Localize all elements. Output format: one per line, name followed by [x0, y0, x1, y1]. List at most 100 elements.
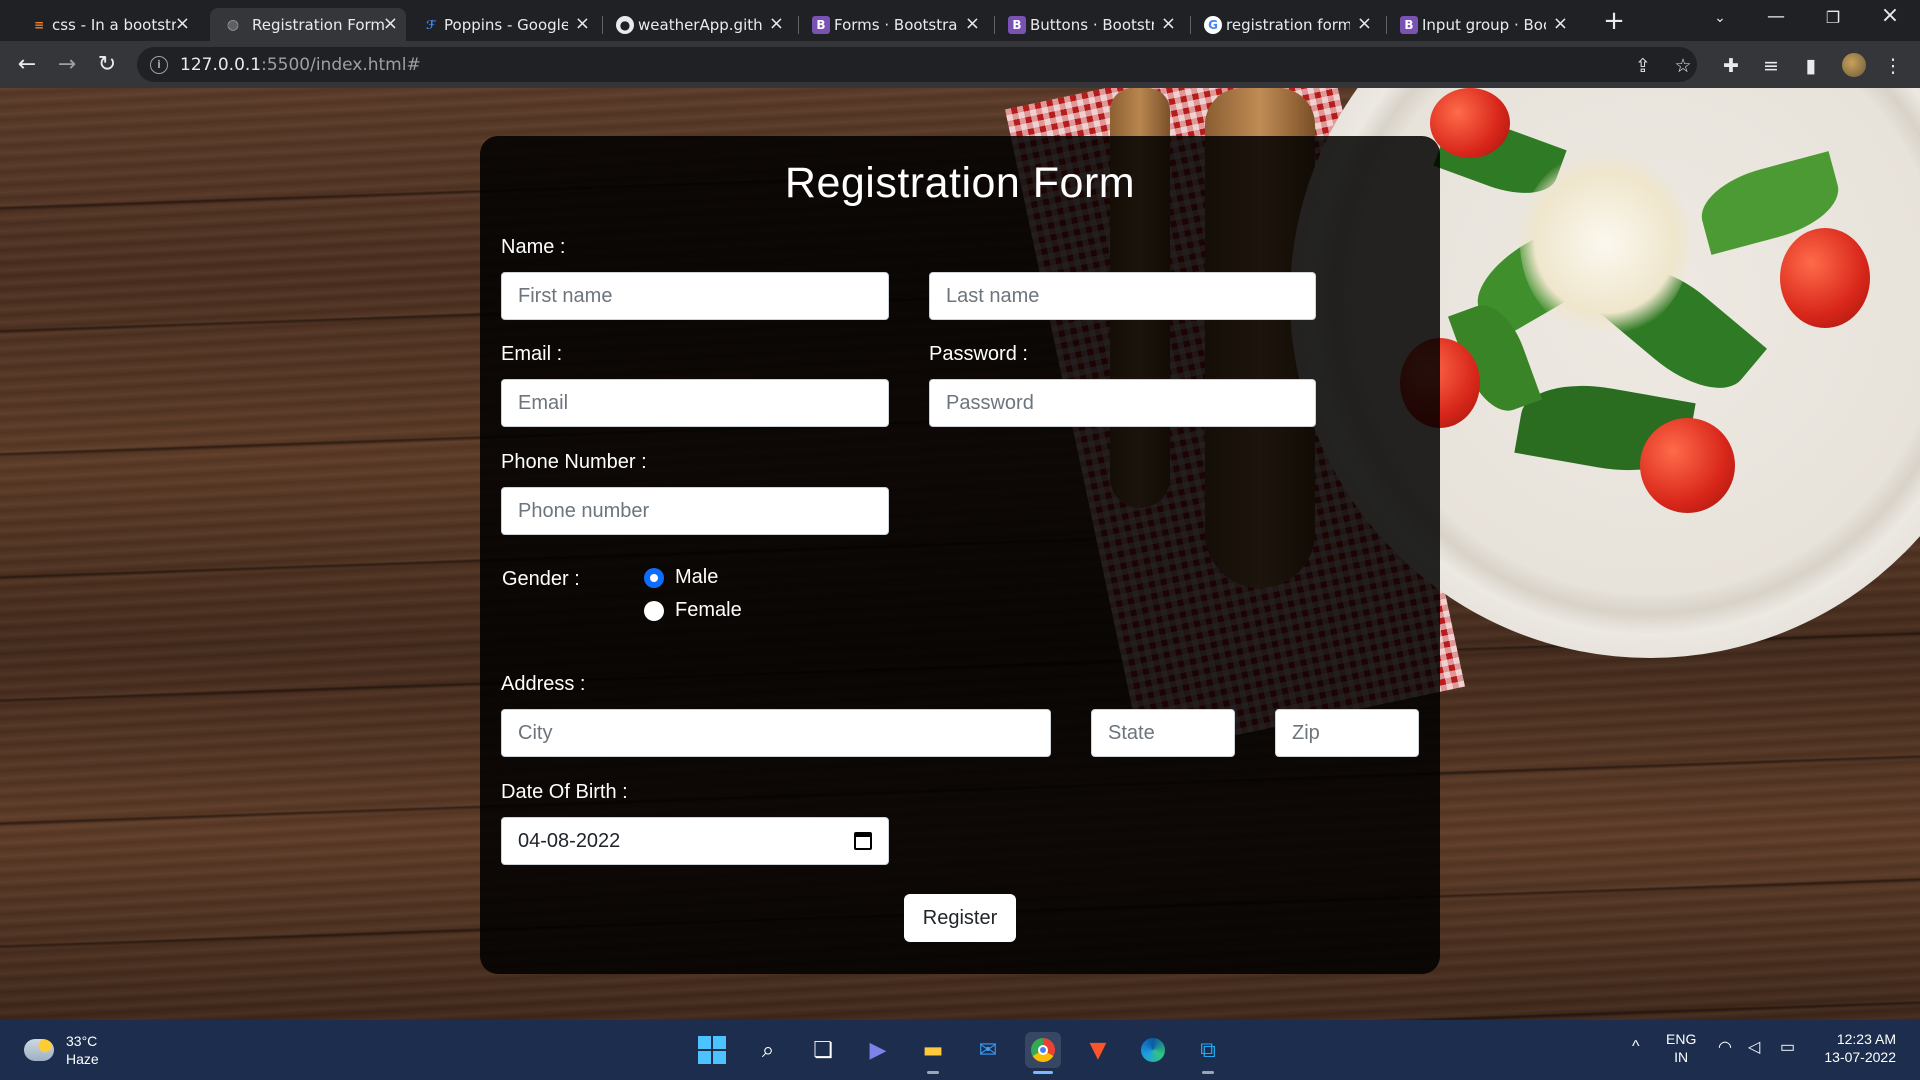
menu-kebab-icon[interactable]: ⋮	[1880, 53, 1906, 79]
register-button[interactable]: Register	[904, 894, 1016, 942]
language-indicator[interactable]: ENG IN	[1666, 1030, 1696, 1066]
close-icon[interactable]: ×	[575, 13, 590, 34]
wifi-icon[interactable]: ◠	[1718, 1039, 1732, 1057]
tab-title: Forms · Bootstrap	[834, 15, 958, 34]
dob-label: Date Of Birth :	[501, 781, 628, 803]
start-windows-icon[interactable]	[694, 1032, 730, 1068]
password-input[interactable]: Password	[929, 379, 1316, 427]
weather-widget[interactable]: 33°C Haze	[24, 1032, 99, 1068]
vscode-icon[interactable]: ⧉	[1190, 1032, 1226, 1074]
close-icon[interactable]: ×	[1161, 13, 1176, 34]
tab-weatherapp[interactable]: ● weatherApp.githu ×	[612, 8, 792, 41]
show-hidden-icons-chevron-icon[interactable]: ^	[1632, 1038, 1640, 1056]
tab-search-chevron-icon[interactable]: ⌄	[1700, 10, 1740, 26]
task-view-icon[interactable]: ❏	[805, 1032, 841, 1068]
dob-input[interactable]: 04-08-2022	[501, 817, 889, 865]
extensions-puzzle-icon[interactable]: ✚	[1718, 53, 1744, 79]
minimize-button[interactable]: —	[1756, 6, 1796, 27]
reading-list-icon[interactable]: ≡	[1758, 53, 1784, 79]
zip-input[interactable]: Zip	[1275, 709, 1419, 757]
weather-temp: 33°C	[66, 1033, 98, 1049]
tab-title: Registration Form	[252, 15, 386, 34]
form-title: Registration Form	[784, 159, 1136, 207]
close-icon[interactable]: ×	[965, 13, 980, 34]
tab-registration-form[interactable]: ◍ Registration Form ×	[210, 8, 406, 41]
first-name-input[interactable]: First name	[501, 272, 889, 320]
globe-icon: ◍	[226, 17, 240, 33]
browser-toolbar: ← → ↻ i 127.0.0.1 :5500/index.html# ⇪ ☆ …	[0, 41, 1920, 88]
phone-label: Phone Number :	[501, 451, 647, 473]
reload-button[interactable]: ↻	[93, 51, 121, 79]
city-input[interactable]: City	[501, 709, 1051, 757]
email-input[interactable]: Email	[501, 379, 889, 427]
url-host: 127.0.0.1	[180, 54, 262, 75]
address-label: Address :	[501, 673, 586, 695]
bootstrap-icon: B	[812, 16, 830, 34]
github-icon: ●	[616, 16, 634, 34]
password-label: Password :	[929, 343, 1028, 365]
address-bar[interactable]: i 127.0.0.1 :5500/index.html#	[137, 47, 1697, 82]
region-code: IN	[1674, 1049, 1689, 1065]
volume-icon[interactable]: ◁	[1748, 1039, 1760, 1057]
file-explorer-icon[interactable]: ▬	[915, 1032, 951, 1074]
battery-icon[interactable]: ▭	[1780, 1039, 1795, 1057]
search-icon[interactable]: ⌕	[750, 1032, 786, 1068]
tab-input-group[interactable]: B Input group · Boo ×	[1396, 8, 1576, 41]
calendar-icon[interactable]	[854, 832, 872, 850]
male-radio[interactable]	[644, 567, 664, 588]
tab-title: registration form	[1226, 15, 1350, 34]
brave-icon[interactable]: ▼	[1080, 1032, 1116, 1068]
tab-registration-search[interactable]: G registration form ×	[1200, 8, 1380, 41]
tab-title: Input group · Boo	[1422, 15, 1546, 34]
clock-date: 13-07-2022	[1824, 1049, 1896, 1065]
tomato	[1640, 418, 1735, 513]
bookmark-star-icon[interactable]: ☆	[1670, 53, 1696, 79]
mozzarella	[1520, 148, 1690, 338]
tab-title: css - In a bootstra	[52, 15, 176, 34]
google-fonts-icon: ℱ	[426, 18, 436, 32]
restore-button[interactable]: ❐	[1813, 8, 1853, 27]
tab-poppins[interactable]: ℱ Poppins - Google ×	[418, 8, 598, 41]
weather-desc: Haze	[66, 1051, 99, 1067]
close-window-button[interactable]: ×	[1870, 3, 1910, 28]
browser-tab-bar: ≡ css - In a bootstra × ◍ Registration F…	[0, 0, 1920, 41]
tab-title: Buttons · Bootstra	[1030, 15, 1154, 34]
share-icon[interactable]: ⇪	[1630, 53, 1656, 79]
close-icon[interactable]: ×	[383, 13, 398, 34]
close-icon[interactable]: ×	[1357, 13, 1372, 34]
profile-avatar[interactable]	[1842, 53, 1866, 77]
tab-separator	[1386, 16, 1387, 34]
registration-form-card: Registration Form Name : First name Last…	[480, 136, 1440, 974]
weather-haze-icon	[24, 1039, 54, 1061]
close-icon[interactable]: ×	[1553, 13, 1568, 34]
close-icon[interactable]: ×	[175, 13, 190, 34]
close-icon[interactable]: ×	[769, 13, 784, 34]
site-info-icon[interactable]: i	[150, 55, 168, 74]
edge-icon[interactable]	[1135, 1032, 1171, 1068]
dob-value: 04-08-2022	[518, 829, 621, 852]
page-viewport: Registration Form Name : First name Last…	[0, 88, 1920, 1020]
gender-male-option[interactable]: Male	[644, 566, 718, 589]
google-icon: G	[1204, 16, 1222, 34]
side-panel-icon[interactable]: ▮	[1798, 53, 1824, 79]
phone-input[interactable]: Phone number	[501, 487, 889, 535]
back-button[interactable]: ←	[13, 51, 41, 79]
last-name-input[interactable]: Last name	[929, 272, 1316, 320]
chrome-icon[interactable]	[1025, 1032, 1061, 1074]
clock[interactable]: 12:23 AM 13-07-2022	[1818, 1030, 1896, 1066]
forward-button[interactable]: →	[53, 51, 81, 79]
female-radio[interactable]	[644, 600, 664, 621]
new-tab-button[interactable]: +	[1600, 8, 1628, 36]
tab-title: weatherApp.githu	[638, 15, 762, 34]
mail-icon[interactable]: ✉	[970, 1032, 1006, 1068]
gender-female-option[interactable]: Female	[644, 599, 742, 622]
tomato	[1780, 228, 1870, 328]
tab-forms-bootstrap[interactable]: B Forms · Bootstrap ×	[808, 8, 988, 41]
gender-label: Gender :	[502, 568, 580, 590]
tab-css-bootstrap[interactable]: ≡ css - In a bootstra ×	[26, 8, 198, 41]
bootstrap-icon: B	[1400, 16, 1418, 34]
state-input[interactable]: State	[1091, 709, 1235, 757]
weather-text: 33°C Haze	[66, 1032, 99, 1068]
teams-chat-icon[interactable]: ▶	[860, 1032, 896, 1068]
tab-buttons-bootstrap[interactable]: B Buttons · Bootstra ×	[1004, 8, 1184, 41]
